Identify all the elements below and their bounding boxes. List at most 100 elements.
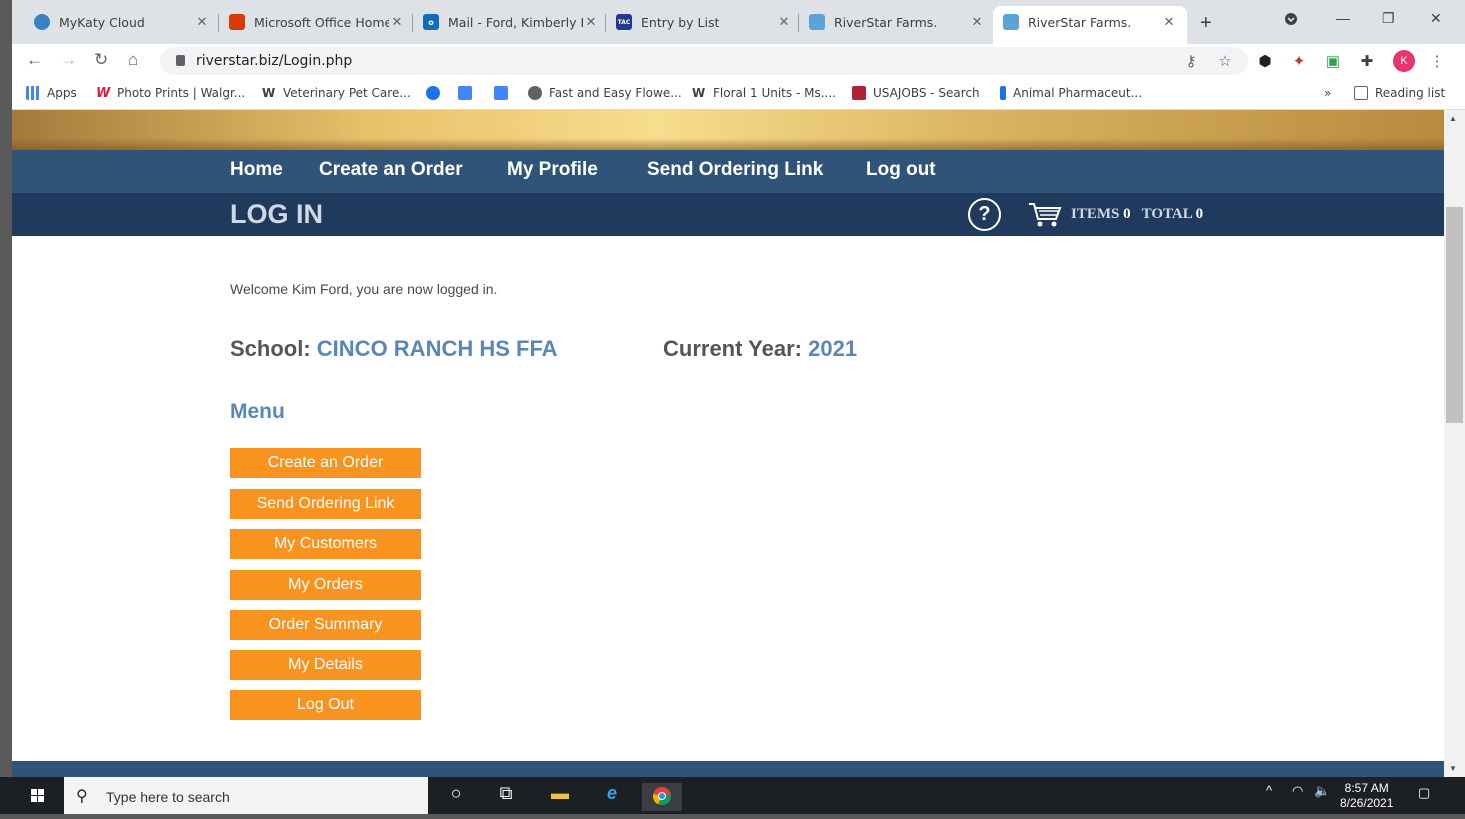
- bookmark-flowers[interactable]: Fast and Easy Flowe...: [528, 86, 682, 100]
- bookmark-usajobs[interactable]: USAJOBS - Search: [852, 86, 980, 100]
- nav-send-ordering-link[interactable]: Send Ordering Link: [647, 159, 823, 181]
- tab-close-icon[interactable]: ✕: [1161, 15, 1177, 30]
- bookmark-label: Veterinary Pet Care...: [283, 86, 411, 100]
- bookmark-w-icon: W: [262, 86, 276, 100]
- menu-order-summary-button[interactable]: Order Summary: [230, 610, 421, 640]
- avatar[interactable]: K: [1393, 50, 1415, 72]
- main-nav: Home Create an Order My Profile Send Ord…: [12, 150, 1444, 193]
- windows-start-button[interactable]: [0, 777, 64, 814]
- scroll-down-arrow-icon[interactable]: ▼: [1449, 764, 1457, 773]
- nav-create-order[interactable]: Create an Order: [319, 159, 463, 181]
- cart-icon[interactable]: [1028, 201, 1062, 234]
- new-tab-icon[interactable]: +: [1200, 12, 1212, 35]
- nav-home[interactable]: Home: [230, 159, 283, 181]
- year-info: Current Year: 2021: [663, 336, 857, 362]
- taskbar-clock[interactable]: 8:57 AM 8/26/2021: [1340, 781, 1393, 811]
- reading-list[interactable]: Reading list: [1354, 86, 1445, 100]
- tab-title: Microsoft Office Home: [254, 14, 389, 30]
- tac-favicon-icon: TAC: [616, 14, 632, 30]
- page-content: Home Create an Order My Profile Send Ord…: [12, 110, 1444, 777]
- home-icon[interactable]: ⌂: [128, 50, 138, 70]
- task-view-icon[interactable]: ⧉: [486, 783, 526, 811]
- tab-office[interactable]: Microsoft Office Home ✕: [219, 6, 415, 38]
- address-bar[interactable]: riverstar.biz/Login.php: [160, 47, 1248, 75]
- volume-icon[interactable]: 🔈: [1314, 783, 1330, 799]
- chrome-taskbar-icon[interactable]: [642, 783, 682, 811]
- tray-chevron-icon[interactable]: ^: [1266, 783, 1272, 798]
- scroll-up-arrow-icon[interactable]: ▲: [1449, 114, 1457, 123]
- cortana-icon[interactable]: ○: [436, 783, 476, 811]
- windows-taskbar: ⚲ Type here to search ○ ⧉ ▬ e ^ ◠ 🔈 8:57…: [0, 777, 1465, 814]
- puzzle-icon[interactable]: ✚: [1358, 52, 1376, 70]
- tab-mail[interactable]: o Mail - Ford, Kimberly L ✕: [413, 6, 609, 38]
- extension-icon[interactable]: ▣: [1324, 52, 1342, 70]
- bookmark-walgreens[interactable]: W Photo Prints | Walgr...: [96, 86, 245, 101]
- file-explorer-icon[interactable]: ▬: [540, 783, 580, 811]
- bookmark-veterinary[interactable]: W Veterinary Pet Care...: [262, 86, 411, 100]
- tab-search-icon[interactable]: [1284, 12, 1298, 29]
- bookmark-docs-2[interactable]: [494, 86, 515, 100]
- bookmark-label: Apps: [47, 86, 77, 100]
- url-text[interactable]: riverstar.biz/Login.php: [196, 53, 352, 69]
- bookmark-animal-pharma[interactable]: Animal Pharmaceut...: [1000, 86, 1142, 100]
- wifi-icon[interactable]: ◠: [1292, 783, 1303, 799]
- help-icon[interactable]: ?: [968, 198, 1001, 231]
- restore-icon[interactable]: ❐: [1382, 10, 1395, 27]
- tab-title: MyKaty Cloud: [59, 14, 145, 30]
- bookmark-apps[interactable]: Apps: [26, 86, 77, 100]
- tab-close-icon[interactable]: ✕: [969, 15, 985, 30]
- vertical-scrollbar[interactable]: ▲ ▼: [1444, 110, 1465, 777]
- bookmark-label: Animal Pharmaceut...: [1013, 86, 1143, 100]
- tab-riverstar-active[interactable]: RiverStar Farms. ✕: [993, 6, 1187, 44]
- menu-my-customers-button[interactable]: My Customers: [230, 529, 421, 559]
- notifications-icon[interactable]: ▢: [1418, 785, 1430, 801]
- menu-log-out-button[interactable]: Log Out: [230, 690, 421, 720]
- tab-mykaty[interactable]: MyKaty Cloud ✕: [24, 6, 220, 38]
- internet-explorer-icon[interactable]: e: [592, 783, 632, 811]
- menu-send-ordering-link-button[interactable]: Send Ordering Link: [230, 489, 421, 519]
- close-window-icon[interactable]: ✕: [1430, 10, 1442, 27]
- tab-close-icon[interactable]: ✕: [776, 15, 792, 30]
- menu-create-order-button[interactable]: Create an Order: [230, 448, 421, 478]
- bookmark-w-icon: W: [692, 86, 706, 100]
- back-icon[interactable]: ←: [26, 50, 43, 70]
- key-icon[interactable]: ⚷: [1182, 52, 1200, 70]
- tab-riverstar-1[interactable]: RiverStar Farms. ✕: [799, 6, 995, 38]
- mykaty-favicon-icon: [34, 14, 50, 30]
- cart-items-value: 0: [1123, 206, 1131, 222]
- lock-icon: [176, 55, 185, 66]
- nav-log-out[interactable]: Log out: [866, 159, 936, 181]
- bookmark-star-icon[interactable]: ☆: [1216, 52, 1234, 70]
- school-value: CINCO RANCH HS FFA: [316, 336, 558, 361]
- bookmarks-overflow-icon[interactable]: »: [1324, 86, 1331, 100]
- menu-my-details-button[interactable]: My Details: [230, 650, 421, 680]
- cart-total-label: TOTAL: [1141, 206, 1192, 222]
- minimize-icon[interactable]: —: [1336, 10, 1350, 26]
- tab-entry-by-list[interactable]: TAC Entry by List ✕: [606, 6, 802, 38]
- clock-date: 8/26/2021: [1340, 796, 1394, 810]
- docs-icon: [458, 86, 472, 100]
- reload-icon[interactable]: ↻: [94, 50, 108, 70]
- footer-nav: [12, 761, 1444, 777]
- extension-icon[interactable]: ⬢: [1256, 52, 1274, 70]
- pharma-icon: [1000, 86, 1006, 100]
- reading-list-icon: [1354, 86, 1368, 100]
- cart-summary[interactable]: ITEMS 0 TOTAL 0: [1071, 206, 1203, 223]
- nav-my-profile[interactable]: My Profile: [507, 159, 598, 181]
- school-label: School:: [230, 336, 311, 361]
- extension-icon[interactable]: ✦: [1290, 52, 1308, 70]
- bookmarks-bar: Apps W Photo Prints | Walgr... W Veterin…: [12, 78, 1465, 110]
- tab-close-icon[interactable]: ✕: [194, 15, 210, 30]
- forward-icon[interactable]: →: [60, 50, 77, 70]
- menu-my-orders-button[interactable]: My Orders: [230, 570, 421, 600]
- search-placeholder: Type here to search: [106, 789, 230, 805]
- bookmark-q[interactable]: [426, 86, 447, 100]
- bookmark-docs-1[interactable]: [458, 86, 479, 100]
- taskbar-search-box[interactable]: ⚲ Type here to search: [64, 777, 428, 814]
- tab-close-icon[interactable]: ✕: [389, 15, 405, 30]
- bookmark-floral[interactable]: W Floral 1 Units - Ms....: [692, 86, 836, 100]
- menu-dots-icon[interactable]: ⋮: [1428, 52, 1446, 70]
- tab-close-icon[interactable]: ✕: [583, 15, 599, 30]
- scrollbar-thumb[interactable]: [1446, 207, 1463, 423]
- search-icon: ⚲: [76, 788, 88, 805]
